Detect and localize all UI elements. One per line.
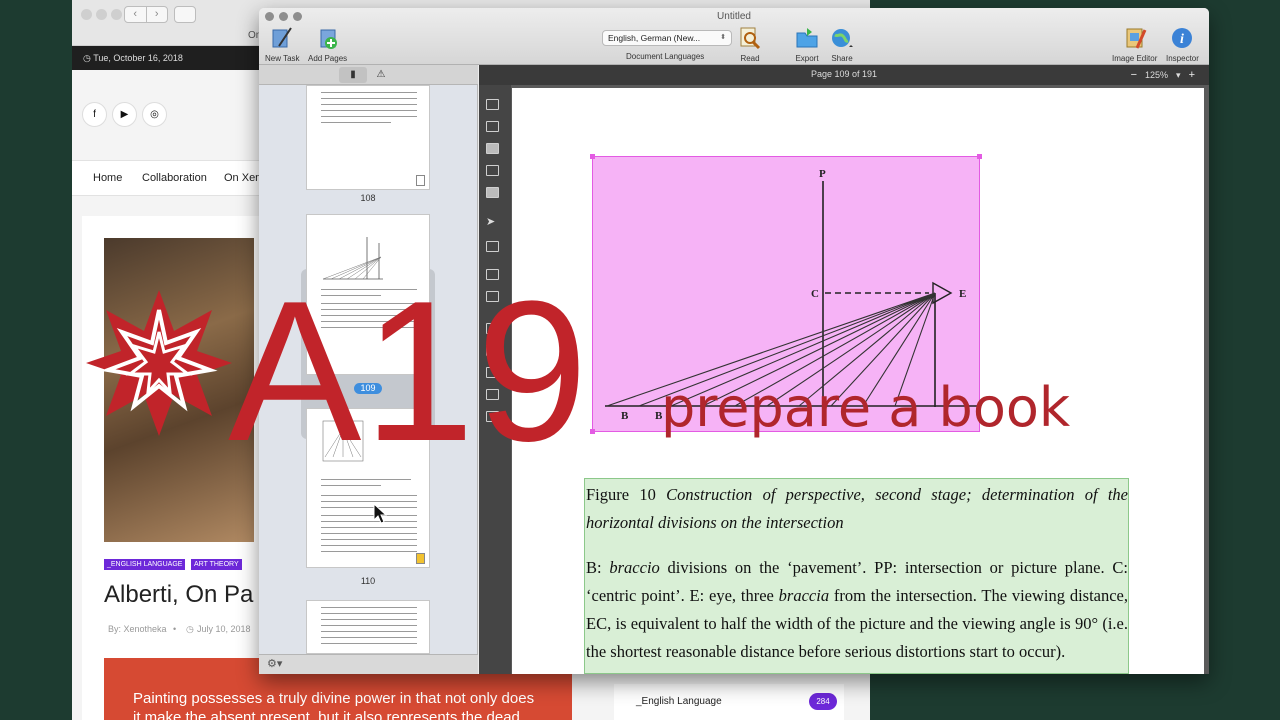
caption-italic: Construction of perspective, second stag… <box>586 485 1128 532</box>
table-area-tool-icon[interactable] <box>486 121 499 132</box>
caption-prefix: Figure 10 <box>586 485 667 504</box>
tag-english-language[interactable]: _ENGLISH LANGUAGE <box>104 559 186 570</box>
info-icon: i <box>1170 26 1194 50</box>
nav-collaboration[interactable]: Collaboration <box>142 172 207 184</box>
share-label: Share <box>831 54 853 63</box>
meta-separator: • <box>173 624 177 634</box>
category-label[interactable]: _English Language <box>636 696 722 707</box>
sidebar-settings-button[interactable]: ⚙▾ <box>259 654 478 674</box>
window-title: Untitled <box>717 11 751 22</box>
image-editor-icon <box>1123 26 1147 50</box>
new-task-button[interactable]: New Task <box>265 26 300 63</box>
instagram-icon[interactable]: ◎ <box>142 102 167 127</box>
figure-caption: Figure 10 Construction of perspective, s… <box>586 481 1128 537</box>
forward-icon[interactable]: › <box>145 7 168 22</box>
tag-art-theory[interactable]: ART THEORY <box>191 559 242 570</box>
figure-label-E: E <box>959 288 966 300</box>
brand-star-logo <box>86 290 232 436</box>
browser-close-button[interactable] <box>81 9 92 20</box>
body-text: B: <box>586 558 610 577</box>
zoom-control: − 125% ▾ + <box>1131 68 1195 82</box>
brand-overlay-a19: A19 <box>228 260 590 483</box>
wand-icon <box>270 26 294 50</box>
export-button[interactable]: Export <box>795 26 819 63</box>
zoom-dropdown-icon[interactable]: ▾ <box>1176 70 1181 81</box>
inspector-button[interactable]: i Inspector <box>1166 26 1199 63</box>
select-cursor-icon[interactable]: ➤ <box>486 217 499 228</box>
body-italic: braccia <box>778 586 830 605</box>
article-title[interactable]: Alberti, On Pa <box>104 581 253 609</box>
zoom-out-button[interactable]: − <box>1131 69 1137 81</box>
recognition-area-tool-icon[interactable] <box>486 165 499 176</box>
page-warning-icon <box>416 553 425 564</box>
thumbnail-page-108[interactable] <box>306 85 430 190</box>
share-button[interactable]: Share <box>830 26 854 63</box>
select-arrows-icon: ⬍ <box>720 34 726 41</box>
article-date: July 10, 2018 <box>197 624 251 634</box>
read-icon <box>738 26 762 50</box>
page-status-icon <box>416 175 425 186</box>
figure-label-B: B <box>621 410 629 422</box>
thumbnail-label-110: 110 <box>360 576 376 586</box>
read-label: Read <box>740 54 760 63</box>
delete-area-icon[interactable] <box>486 241 499 252</box>
text-area-tool-icon[interactable] <box>486 99 499 110</box>
article-author[interactable]: By: Xenotheka <box>108 624 167 634</box>
picture-area-tool-icon[interactable] <box>486 143 499 154</box>
gear-icon: ⚙▾ <box>267 658 283 670</box>
pages-tab-icon[interactable]: ▮ <box>339 67 367 83</box>
image-editor-button[interactable]: Image Editor <box>1112 26 1157 63</box>
youtube-icon[interactable]: ▶ <box>112 102 137 127</box>
zoom-in-button[interactable]: + <box>1189 69 1195 81</box>
zoom-level[interactable]: 125% <box>1145 70 1168 80</box>
background-area-tool-icon[interactable] <box>486 187 499 198</box>
tagline-overlay: prepare a book <box>661 376 1071 439</box>
figure-body: B: braccio divisions on the ‘pavement’. … <box>586 554 1128 666</box>
add-pages-icon <box>316 26 340 50</box>
quote-line-2: it make the absent present, but it also … <box>133 709 520 720</box>
export-label: Export <box>795 54 819 63</box>
globe-icon <box>830 26 854 50</box>
app-toolbar: Untitled New Task Add Pages English, Ger… <box>259 8 1209 65</box>
read-button[interactable]: Read <box>738 26 762 63</box>
sidebar-toggle-icon[interactable] <box>174 6 196 23</box>
figure-label-P: P <box>819 168 826 180</box>
image-editor-label: Image Editor <box>1112 54 1158 63</box>
browser-nav-buttons: ‹ › <box>124 6 168 23</box>
date-text: Tue, October 16, 2018 <box>93 53 183 63</box>
page-header-bar: Page 109 of 191 − 125% ▾ + <box>479 65 1209 85</box>
warnings-tab-icon[interactable]: ⚠ <box>367 67 395 83</box>
calendar-icon: ◷ <box>186 624 194 634</box>
browser-minimize-button[interactable] <box>96 9 107 20</box>
new-task-label: New Task <box>265 54 300 63</box>
page-indicator: Page 109 of 191 <box>810 69 878 79</box>
thumbnail-page-111[interactable] <box>306 600 430 654</box>
back-icon[interactable]: ‹ <box>125 7 146 22</box>
language-value: English, German (New... <box>608 33 701 43</box>
category-count-badge: 284 <box>809 693 837 710</box>
nav-home[interactable]: Home <box>93 172 122 184</box>
mouse-cursor-icon <box>373 503 387 524</box>
thumbnail-label-108: 108 <box>360 193 376 203</box>
add-pages-button[interactable]: Add Pages <box>308 26 347 63</box>
folder-icon <box>795 26 819 50</box>
figure-label-C: C <box>811 288 819 300</box>
inspector-label: Inspector <box>1166 54 1199 63</box>
quote-line-1: Painting possesses a truly divine power … <box>133 690 535 707</box>
browser-zoom-button[interactable] <box>111 9 122 20</box>
add-pages-label: Add Pages <box>308 54 348 63</box>
document-languages-label: Document Languages <box>626 52 705 61</box>
clock-icon: ◷ <box>83 53 94 63</box>
body-italic: braccio <box>609 558 660 577</box>
text-area-region[interactable]: Figure 10 Construction of perspective, s… <box>584 478 1129 674</box>
document-language-select[interactable]: English, German (New... ⬍ <box>602 30 732 46</box>
facebook-icon[interactable]: f <box>82 102 107 127</box>
svg-text:i: i <box>1181 32 1185 47</box>
sidebar-tabs: ▮ ⚠ <box>259 65 478 85</box>
